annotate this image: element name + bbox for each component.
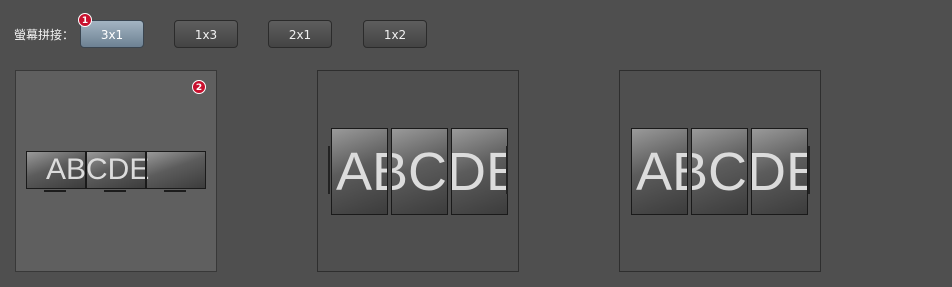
screen-array: ABCDE ABCDE ABCDE	[631, 128, 808, 215]
monitor-screen: ABCDE	[146, 151, 206, 189]
monitor-screen: ABCDE	[86, 151, 146, 189]
screen-edge	[328, 146, 330, 194]
layout-button-1x3[interactable]: 1x3	[174, 20, 238, 48]
preview-panel-3[interactable]: ABCDE ABCDE ABCDE	[619, 70, 821, 272]
layout-button-2x1[interactable]: 2x1	[268, 20, 332, 48]
monitor-screen: ABCDE	[631, 128, 688, 215]
layout-button-1x2[interactable]: 1x2	[363, 20, 427, 48]
screen-text: ABCDE	[46, 153, 86, 186]
screen-text: ABCDE	[392, 141, 448, 202]
step-badge-1: 1	[78, 13, 92, 27]
screen-edge	[808, 146, 810, 194]
screen-array: ABCDE ABCDE ABCDE	[331, 128, 508, 215]
monitor-screen: ABCDE	[391, 128, 448, 215]
preview-panel-1[interactable]: 2 ABCDE ABCDE ABCDE	[15, 70, 217, 272]
splice-label: 螢幕拼接：	[14, 28, 75, 42]
step-badge-2: 2	[192, 80, 206, 94]
monitor-screen: ABCDE	[331, 128, 388, 215]
monitor-screen: ABCDE	[451, 128, 508, 215]
monitor-stand	[104, 190, 126, 192]
screen-text: ABCDE	[752, 141, 807, 203]
monitor-stand	[44, 190, 66, 192]
screen-text: ABCDE	[86, 153, 146, 186]
screen-text: ABCDE	[692, 141, 748, 202]
monitor-screen: ABCDE	[751, 128, 808, 215]
screen-array: ABCDE ABCDE ABCDE	[26, 151, 206, 189]
monitor-screen: ABCDE	[691, 128, 748, 215]
screen-edge	[506, 146, 508, 194]
preview-panel-2[interactable]: ABCDE ABCDE ABCDE	[317, 70, 519, 272]
screen-text: ABCDE	[336, 141, 387, 202]
screen-text: ABCDE	[147, 153, 149, 187]
monitor-stand	[164, 190, 186, 192]
screen-text: ABCDE	[452, 141, 507, 203]
screen-text: ABCDE	[636, 141, 687, 202]
monitor-screen: ABCDE	[26, 151, 86, 189]
